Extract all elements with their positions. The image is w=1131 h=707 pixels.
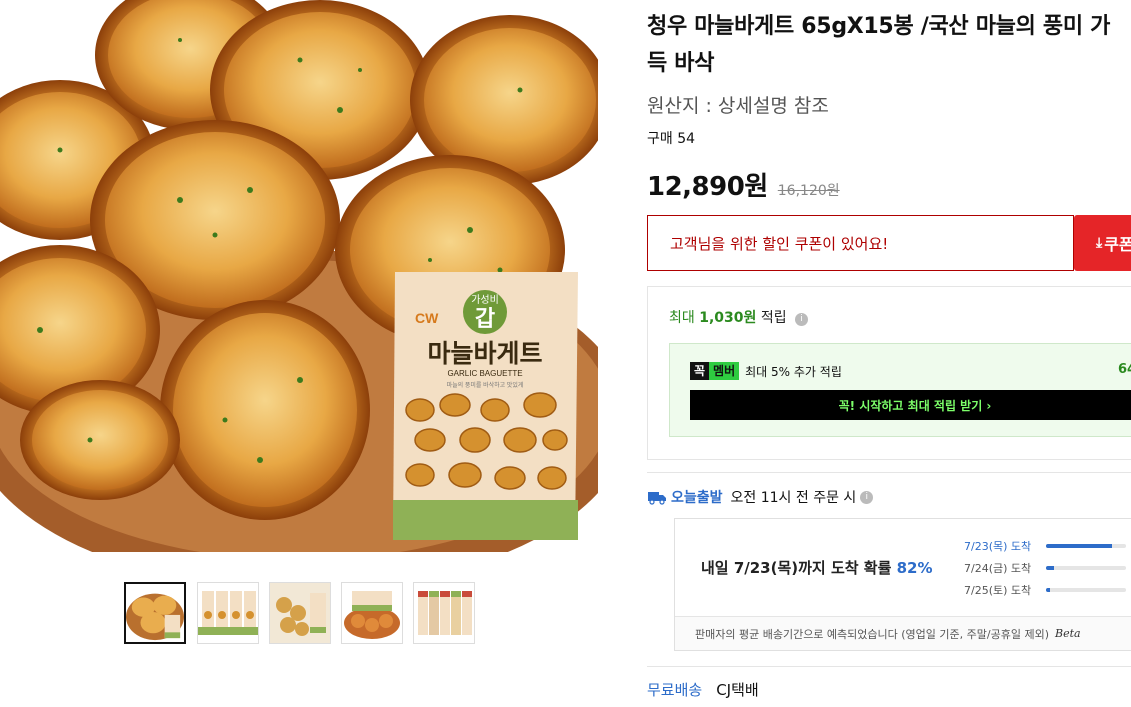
beta-label: Beta: [1054, 627, 1081, 640]
sale-price: 12,890원: [647, 172, 768, 202]
arrival-date-label: 7/25(토) 도착: [964, 584, 1032, 597]
coupon-download-button[interactable]: ⤓ 쿠폰: [1074, 215, 1131, 271]
truck-icon: [648, 492, 666, 505]
today-shipping-condition: 오전 11시 전 주문 시: [730, 490, 857, 506]
svg-text:GARLIC BAGUETTE: GARLIC BAGUETTE: [447, 369, 522, 378]
original-price: 16,120원: [777, 183, 840, 199]
coupon-button-label: 쿠폰: [1104, 235, 1131, 254]
shipping-row: 무료배송 CJ택배: [647, 679, 759, 700]
thumbnail-4[interactable]: [341, 582, 403, 644]
coupon-banner[interactable]: 고객님을 위한 할인 쿠폰이 있어요!: [647, 215, 1074, 271]
membership-logo: 꼭 멤버: [690, 362, 740, 380]
arrival-date-list: 7/23(목) 도착 7/24(금) 도착 7/25(토) 도착: [964, 535, 1126, 601]
svg-text:갑: 갑: [475, 306, 495, 331]
free-shipping-label: 무료배송: [647, 681, 703, 699]
svg-text:마늘의 풍미를 바삭하고 맛있게: 마늘의 풍미를 바삭하고 맛있게: [447, 381, 524, 389]
arrival-date-row: 7/24(금) 도착: [964, 557, 1126, 579]
origin-text: 원산지 : 상세설명 참조: [647, 95, 829, 117]
info-icon[interactable]: i: [860, 490, 874, 504]
membership-line: 꼭 멤버 최대 5% 추가 적립: [690, 362, 842, 380]
arrival-probability-bar: [1046, 566, 1126, 570]
arrival-probability-bar: [1046, 544, 1126, 548]
membership-text: 최대 5% 추가 적립: [745, 364, 842, 379]
svg-text:마늘바게트: 마늘바게트: [427, 340, 542, 368]
arrival-date-label: 7/23(목) 도착: [964, 540, 1032, 553]
arrival-probability-text: 내일 7/23(목)까지 도착 확률: [701, 559, 892, 577]
membership-cta-button[interactable]: 꼭! 시작하고 최대 적립 받기 ›: [690, 390, 1131, 420]
arrival-footnote-text: 판매자의 평균 배송기간으로 예측되었습니다 (영업일 기준, 주말/공휴일 제…: [695, 627, 1049, 641]
svg-text:CW: CW: [415, 310, 439, 326]
membership-box: 꼭멤버 최대 5% 추가 적립 64 꼭! 시작하고 최대 적립 받기 ›: [669, 343, 1131, 437]
info-icon[interactable]: i: [795, 313, 809, 326]
arrival-date-row: 7/23(목) 도착: [964, 535, 1126, 557]
divider: [647, 666, 1131, 667]
reward-summary: 최대 1,030원 적립 i: [669, 307, 809, 327]
thumbnail-3[interactable]: [269, 582, 331, 644]
reward-box: 최대 1,030원 적립 i 꼭멤버 최대 5% 추가 적립 64 꼭! 시작하…: [647, 286, 1131, 460]
membership-logo-b: 멤버: [709, 362, 740, 380]
arrival-probability-percent: 82%: [896, 559, 933, 577]
svg-text:가성비: 가성비: [471, 294, 499, 306]
membership-logo-a: 꼭: [690, 362, 710, 380]
membership-value: 64: [1118, 362, 1131, 377]
thumbnail-5[interactable]: [413, 582, 475, 644]
arrival-probability: 내일 7/23(목)까지 도착 확률 82%: [701, 557, 933, 578]
reward-amount: 1,030원: [699, 310, 757, 326]
reward-suffix: 적립: [760, 310, 787, 326]
arrival-forecast-box: 내일 7/23(목)까지 도착 확률 82% 7/23(목) 도착 7/24(금…: [674, 518, 1131, 651]
today-shipping-row: 오늘출발 오전 11시 전 주문 시 i: [647, 487, 874, 507]
reward-prefix: 최대: [669, 310, 695, 326]
product-main-image: 가성비 갑 CW 마늘바게트 GARLIC BAGUETTE 마늘의 풍미를 바…: [0, 0, 598, 552]
coupon-message: 고객님을 위한 할인 쿠폰이 있어요!: [670, 234, 889, 253]
price-row: 12,890원 16,120원: [647, 166, 840, 203]
today-shipping-label: 오늘출발: [671, 490, 723, 506]
garlic-bread-photo: 가성비 갑 CW 마늘바게트 GARLIC BAGUETTE 마늘의 풍미를 바…: [0, 0, 598, 552]
arrival-date-row: 7/25(토) 도착: [964, 579, 1126, 601]
carrier-label: CJ택배: [716, 681, 759, 699]
download-icon: ⤓: [1096, 235, 1103, 251]
thumbnail-strip: [124, 582, 475, 644]
thumbnail-1[interactable]: [124, 582, 186, 644]
arrival-date-label: 7/24(금) 도착: [964, 562, 1032, 575]
divider: [647, 472, 1131, 473]
product-title: 청우 마늘바게트 65gX15봉 /국산 마늘의 풍미 가득 바삭: [647, 14, 1111, 76]
thumbnail-2[interactable]: [197, 582, 259, 644]
arrival-footnote: 판매자의 평균 배송기간으로 예측되었습니다 (영업일 기준, 주말/공휴일 제…: [675, 616, 1131, 650]
purchase-count: 구매 54: [647, 131, 696, 147]
arrival-probability-bar: [1046, 588, 1126, 592]
